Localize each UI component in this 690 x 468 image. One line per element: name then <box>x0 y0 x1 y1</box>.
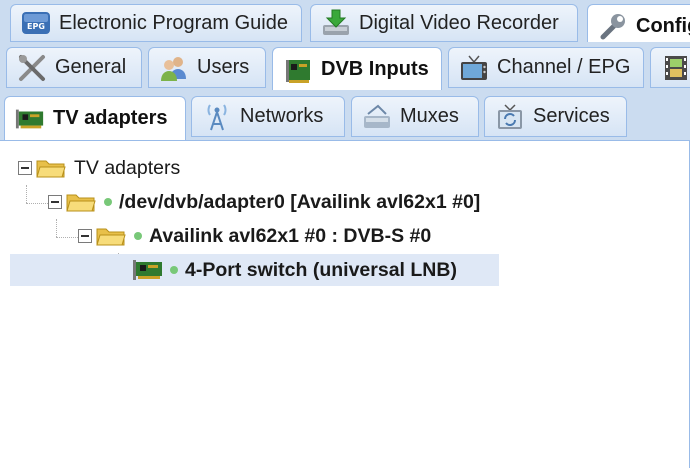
dvr-download-icon <box>321 8 351 38</box>
tree-connector <box>56 219 57 237</box>
tab-users[interactable]: Users <box>148 47 266 88</box>
config-tab-bar: General Users DVB Inputs Channel / EPG <box>0 42 690 90</box>
tree-node-label: Availink avl62x1 #0 : DVB-S #0 <box>149 224 432 247</box>
tab-label: Users <box>197 56 250 78</box>
open-folder-icon <box>96 228 126 246</box>
tab-recording[interactable] <box>650 47 690 88</box>
dvb-tab-bar: TV adapters Networks Muxes Services <box>0 90 690 141</box>
tab-general[interactable]: General <box>6 47 142 88</box>
tab-configuration[interactable]: Configu <box>587 4 690 42</box>
tab-label: DVB Inputs <box>321 58 429 80</box>
epg-icon: EPG <box>21 8 51 38</box>
adapter-card-icon <box>15 104 45 134</box>
tab-label: Muxes <box>400 105 459 127</box>
tab-services[interactable]: Services <box>484 96 627 137</box>
tab-tv-adapters[interactable]: TV adapters <box>4 96 186 140</box>
open-folder-icon <box>36 160 66 178</box>
tab-label: Services <box>533 105 610 127</box>
tree-node-frontend[interactable]: Availink avl62x1 #0 : DVB-S #0 <box>78 220 431 252</box>
svg-text:EPG: EPG <box>27 22 45 31</box>
status-dot-icon <box>104 198 112 206</box>
tab-label: General <box>55 56 127 78</box>
tree-node-4port-switch[interactable]: 4-Port switch (universal LNB) <box>10 254 499 286</box>
tree-connector <box>26 203 48 204</box>
mux-icon <box>362 102 392 132</box>
open-folder-icon <box>66 194 96 212</box>
tab-networks[interactable]: Networks <box>191 96 345 137</box>
status-dot-icon <box>170 266 178 274</box>
tree-connector <box>26 185 27 203</box>
tree-node-label: /dev/dvb/adapter0 [Availink avl62x1 #0] <box>119 190 481 213</box>
tree-node-label: 4-Port switch (universal LNB) <box>185 258 457 281</box>
wrench-icon <box>598 11 628 41</box>
status-dot-icon <box>134 232 142 240</box>
users-icon <box>159 53 189 83</box>
main-tab-bar: EPG Electronic Program Guide Digital Vid… <box>0 0 690 42</box>
tree-connector <box>56 237 78 238</box>
tab-channel-epg[interactable]: Channel / EPG <box>448 47 644 88</box>
adapter-card-icon <box>133 260 162 280</box>
tree-node-adapter0[interactable]: /dev/dvb/adapter0 [Availink avl62x1 #0] <box>48 186 480 218</box>
tab-label: Configu <box>636 14 690 37</box>
services-icon <box>495 102 525 132</box>
tab-label: Digital Video Recorder <box>359 11 559 34</box>
dvb-card-icon <box>283 55 313 85</box>
tree-node-tv-adapters[interactable]: TV adapters <box>18 152 180 184</box>
tree-node-label: TV adapters <box>74 156 181 179</box>
tab-digital-video-recorder[interactable]: Digital Video Recorder <box>310 4 578 42</box>
film-icon <box>661 53 690 83</box>
collapse-toggle-icon[interactable] <box>78 229 92 243</box>
tab-electronic-program-guide[interactable]: EPG Electronic Program Guide <box>10 4 302 42</box>
tv-icon <box>459 53 489 83</box>
adapter-tree-panel: TV adapters /dev/dvb/adapter0 [Availink … <box>0 141 690 468</box>
tools-icon <box>17 53 47 83</box>
collapse-toggle-icon[interactable] <box>18 161 32 175</box>
tab-dvb-inputs[interactable]: DVB Inputs <box>272 47 442 90</box>
collapse-toggle-icon[interactable] <box>48 195 62 209</box>
tab-label: TV adapters <box>53 107 168 129</box>
tab-muxes[interactable]: Muxes <box>351 96 479 137</box>
tab-label: Electronic Program Guide <box>59 11 288 34</box>
tab-label: Channel / EPG <box>497 56 631 78</box>
tab-label: Networks <box>240 105 324 127</box>
antenna-icon <box>202 102 232 132</box>
